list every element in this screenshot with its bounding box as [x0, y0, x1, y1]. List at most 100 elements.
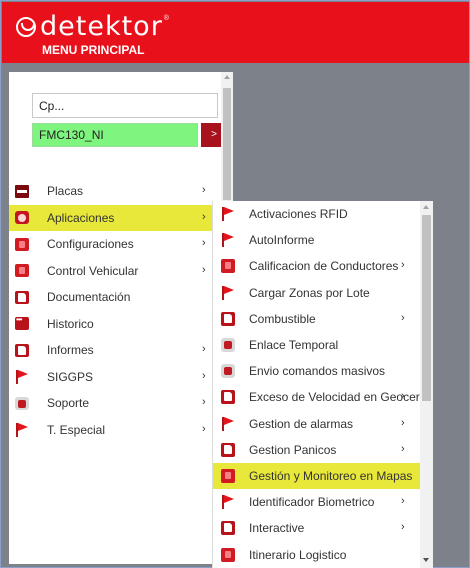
history-icon	[15, 315, 29, 331]
chevron-right-icon: ›	[202, 237, 206, 249]
brand-name: detektor	[40, 11, 163, 42]
menu-item-t-especial[interactable]: T. Especial ›	[9, 417, 233, 444]
chevron-right-icon: ›	[202, 396, 206, 408]
submenu-item-label: Activaciones RFID	[249, 207, 348, 222]
menu-title: MENU PRINCIPAL	[42, 43, 145, 57]
submenu-item-label: Cargar Zonas por Lote	[249, 285, 370, 300]
menu-item-label: Historico	[47, 316, 94, 331]
menu-item-documentacion[interactable]: Documentación	[9, 284, 233, 311]
logo[interactable]: detektor ®	[16, 11, 169, 42]
menu-item-label: Documentación	[47, 290, 131, 305]
submenu-item-gestion-monitoreo-mapas[interactable]: Gestión y Monitoreo en Mapas	[213, 462, 433, 490]
menu-item-configuraciones[interactable]: Configuraciones ›	[9, 231, 233, 258]
submenu-item-envio-comandos[interactable]: Envio comandos masivos	[213, 358, 433, 384]
chevron-right-icon: ›	[202, 263, 206, 276]
flag-icon	[221, 233, 235, 248]
chevron-right-icon: ›	[401, 442, 405, 455]
map-icon	[221, 468, 235, 483]
flag-icon	[15, 423, 29, 438]
chevron-right-icon: ›	[202, 343, 206, 355]
menu-item-label: Informes	[47, 343, 94, 358]
chevron-right-icon: ›	[401, 311, 405, 324]
main-menu-panel: Cp... FMC130_NI > Placas › Aplicaciones …	[9, 72, 233, 564]
chevron-right-icon: ›	[202, 184, 206, 196]
menu-item-label: Configuraciones	[47, 237, 134, 252]
submenu-scrollbar[interactable]	[420, 201, 433, 568]
main-menu-list: Placas › Aplicaciones › Configuraciones …	[9, 178, 233, 443]
submenu-item-label: Gestión y Monitoreo en Mapas	[249, 468, 413, 483]
flag-icon	[15, 370, 29, 385]
menu-item-informes[interactable]: Informes ›	[9, 337, 233, 364]
submenu-item-interactive[interactable]: Interactive ›	[213, 515, 433, 541]
fuel-icon	[221, 311, 235, 326]
submenu-item-combustible[interactable]: Combustible ›	[213, 306, 433, 332]
submenu-item-calificacion-conductores[interactable]: Calificacion de Conductores ›	[213, 253, 433, 279]
menu-item-aplicaciones[interactable]: Aplicaciones ›	[9, 204, 233, 231]
flag-icon	[221, 207, 235, 222]
registered-mark: ®	[163, 14, 169, 22]
aplicaciones-submenu: Activaciones RFID AutoInforme Calificaci…	[212, 201, 433, 568]
document-icon	[15, 290, 29, 304]
settings-icon	[15, 237, 29, 251]
submenu-item-autoinforme[interactable]: AutoInforme	[213, 227, 433, 253]
menu-item-historico[interactable]: Historico	[9, 311, 233, 338]
flag-icon	[221, 416, 235, 431]
submenu-item-label: Envio comandos masivos	[249, 364, 386, 379]
chevron-right-icon: ›	[401, 416, 405, 429]
menu-item-label: Placas	[47, 184, 84, 199]
unit-select[interactable]: FMC130_NI	[32, 123, 198, 147]
flag-icon	[221, 285, 235, 300]
submenu-item-label: Identificador Biometrico	[249, 495, 375, 510]
command-icon	[221, 364, 235, 379]
chevron-right-icon: ›	[202, 422, 206, 435]
chevron-right-icon: ›	[401, 390, 405, 403]
submenu-item-label: Calificacion de Conductores	[249, 259, 399, 274]
submenu-item-cargar-zonas[interactable]: Cargar Zonas por Lote	[213, 280, 433, 306]
submenu-item-label: Enlace Temporal	[249, 338, 339, 353]
menu-item-label: T. Especial	[47, 422, 106, 437]
app-frame: detektor ® MENU PRINCIPAL Cp... FMC130_N…	[0, 0, 470, 568]
menu-item-control-vehicular[interactable]: Control Vehicular ›	[9, 258, 233, 285]
scroll-down-icon[interactable]	[423, 558, 429, 562]
submenu-item-enlace-temporal[interactable]: Enlace Temporal	[213, 332, 433, 358]
flag-icon	[221, 495, 235, 510]
chevron-right-icon: ›	[401, 259, 405, 272]
menu-item-label: SIGGPS	[47, 369, 94, 384]
header: detektor ® MENU PRINCIPAL	[2, 2, 469, 63]
support-icon	[15, 396, 29, 410]
submenu-item-gestion-alarmas[interactable]: Gestion de alarmas ›	[213, 411, 433, 437]
card-icon	[15, 184, 29, 198]
submenu-item-activaciones-rfid[interactable]: Activaciones RFID	[213, 201, 433, 227]
document-icon	[221, 521, 235, 536]
chevron-right-icon: ›	[401, 495, 405, 508]
submenu-item-label: AutoInforme	[249, 233, 315, 248]
submenu-item-exceso-velocidad[interactable]: Exceso de Velocidad en Geocerca ›	[213, 384, 433, 410]
menu-item-label: Soporte	[47, 396, 90, 411]
box-icon	[221, 547, 235, 562]
detektor-logo-icon	[16, 17, 36, 37]
panic-icon	[221, 442, 235, 457]
menu-item-siggps[interactable]: SIGGPS ›	[9, 364, 233, 391]
submenu-item-label: Combustible	[249, 311, 316, 326]
chevron-right-icon: ›	[401, 521, 405, 534]
search-input[interactable]: Cp...	[32, 93, 218, 118]
menu-item-label: Aplicaciones	[47, 210, 115, 225]
scroll-up-icon[interactable]	[224, 75, 230, 79]
speed-icon	[221, 390, 235, 405]
submenu-item-label: Gestion de alarmas	[249, 416, 354, 431]
scroll-thumb[interactable]	[422, 215, 431, 401]
report-icon	[15, 343, 29, 357]
vehicle-icon	[15, 264, 29, 278]
submenu-item-label: Gestion Panicos	[249, 442, 337, 457]
submenu-item-identificador-biometrico[interactable]: Identificador Biometrico ›	[213, 489, 433, 515]
menu-item-placas[interactable]: Placas ›	[9, 178, 233, 205]
submenu-item-gestion-panicos[interactable]: Gestion Panicos ›	[213, 437, 433, 463]
chevron-right-icon: ›	[202, 369, 206, 382]
link-icon	[221, 338, 235, 353]
menu-item-soporte[interactable]: Soporte ›	[9, 390, 233, 417]
scroll-up-icon[interactable]	[423, 205, 429, 209]
submenu-item-label: Interactive	[249, 521, 305, 536]
apps-icon	[15, 211, 29, 225]
submenu-item-itinerario-logistico[interactable]: Itinerario Logistico	[213, 541, 433, 567]
chevron-right-icon: ›	[202, 210, 206, 223]
